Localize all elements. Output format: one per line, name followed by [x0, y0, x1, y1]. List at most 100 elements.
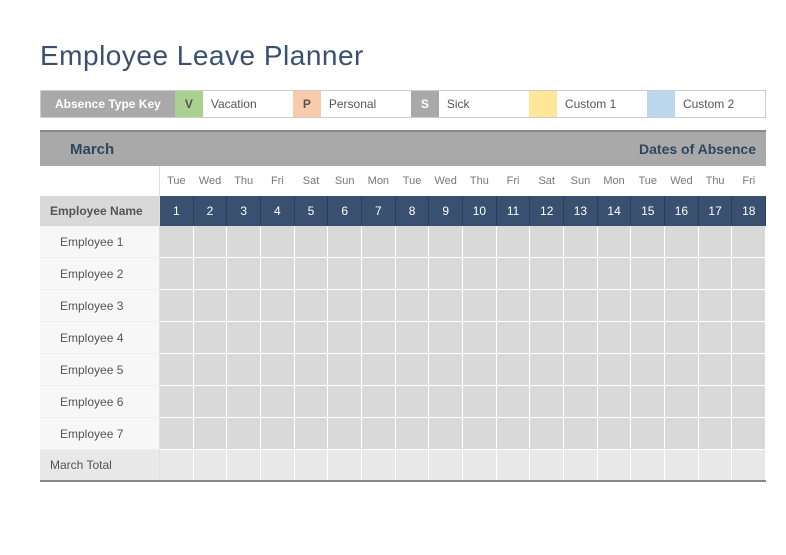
- absence-cell[interactable]: [530, 226, 564, 258]
- absence-cell[interactable]: [227, 354, 261, 386]
- absence-cell[interactable]: [194, 386, 228, 418]
- absence-cell[interactable]: [497, 418, 531, 450]
- absence-cell[interactable]: [295, 354, 329, 386]
- absence-cell[interactable]: [328, 322, 362, 354]
- absence-cell[interactable]: [328, 354, 362, 386]
- absence-cell[interactable]: [564, 226, 598, 258]
- absence-cell[interactable]: [160, 322, 194, 354]
- absence-cell[interactable]: [160, 226, 194, 258]
- absence-cell[interactable]: [328, 290, 362, 322]
- absence-cell[interactable]: [530, 258, 564, 290]
- absence-cell[interactable]: [732, 258, 766, 290]
- absence-cell[interactable]: [530, 354, 564, 386]
- absence-cell[interactable]: [463, 354, 497, 386]
- absence-cell[interactable]: [699, 386, 733, 418]
- absence-cell[interactable]: [160, 290, 194, 322]
- absence-cell[interactable]: [497, 290, 531, 322]
- absence-cell[interactable]: [160, 418, 194, 450]
- absence-cell[interactable]: [160, 354, 194, 386]
- absence-cell[interactable]: [396, 290, 430, 322]
- absence-cell[interactable]: [732, 386, 766, 418]
- absence-cell[interactable]: [497, 322, 531, 354]
- absence-cell[interactable]: [227, 258, 261, 290]
- absence-cell[interactable]: [598, 418, 632, 450]
- absence-cell[interactable]: [429, 258, 463, 290]
- absence-cell[interactable]: [631, 290, 665, 322]
- absence-cell[interactable]: [295, 418, 329, 450]
- absence-cell[interactable]: [261, 354, 295, 386]
- absence-cell[interactable]: [463, 322, 497, 354]
- absence-cell[interactable]: [396, 322, 430, 354]
- absence-cell[interactable]: [295, 386, 329, 418]
- absence-cell[interactable]: [261, 418, 295, 450]
- absence-cell[interactable]: [564, 290, 598, 322]
- absence-cell[interactable]: [497, 226, 531, 258]
- absence-cell[interactable]: [732, 290, 766, 322]
- absence-cell[interactable]: [194, 354, 228, 386]
- absence-cell[interactable]: [295, 226, 329, 258]
- absence-cell[interactable]: [261, 258, 295, 290]
- absence-cell[interactable]: [598, 354, 632, 386]
- absence-cell[interactable]: [665, 386, 699, 418]
- absence-cell[interactable]: [295, 322, 329, 354]
- employee-name-cell[interactable]: Employee 7: [40, 418, 160, 450]
- absence-cell[interactable]: [227, 418, 261, 450]
- absence-cell[interactable]: [665, 418, 699, 450]
- absence-cell[interactable]: [732, 226, 766, 258]
- absence-cell[interactable]: [362, 226, 396, 258]
- absence-cell[interactable]: [699, 290, 733, 322]
- absence-cell[interactable]: [631, 322, 665, 354]
- absence-cell[interactable]: [530, 386, 564, 418]
- absence-cell[interactable]: [732, 354, 766, 386]
- absence-cell[interactable]: [396, 386, 430, 418]
- absence-cell[interactable]: [295, 258, 329, 290]
- absence-cell[interactable]: [328, 226, 362, 258]
- absence-cell[interactable]: [463, 386, 497, 418]
- absence-cell[interactable]: [396, 226, 430, 258]
- employee-name-cell[interactable]: Employee 5: [40, 354, 160, 386]
- absence-cell[interactable]: [497, 258, 531, 290]
- absence-cell[interactable]: [261, 322, 295, 354]
- absence-cell[interactable]: [227, 322, 261, 354]
- absence-cell[interactable]: [530, 418, 564, 450]
- absence-cell[interactable]: [194, 226, 228, 258]
- absence-cell[interactable]: [463, 418, 497, 450]
- absence-cell[interactable]: [227, 226, 261, 258]
- absence-cell[interactable]: [396, 258, 430, 290]
- absence-cell[interactable]: [429, 290, 463, 322]
- absence-cell[interactable]: [362, 322, 396, 354]
- employee-name-cell[interactable]: Employee 4: [40, 322, 160, 354]
- absence-cell[interactable]: [564, 386, 598, 418]
- absence-cell[interactable]: [699, 226, 733, 258]
- absence-cell[interactable]: [631, 226, 665, 258]
- absence-cell[interactable]: [564, 418, 598, 450]
- absence-cell[interactable]: [261, 226, 295, 258]
- absence-cell[interactable]: [429, 354, 463, 386]
- absence-cell[interactable]: [160, 258, 194, 290]
- absence-cell[interactable]: [598, 322, 632, 354]
- absence-cell[interactable]: [227, 290, 261, 322]
- absence-cell[interactable]: [497, 386, 531, 418]
- absence-cell[interactable]: [362, 354, 396, 386]
- absence-cell[interactable]: [631, 258, 665, 290]
- absence-cell[interactable]: [362, 386, 396, 418]
- absence-cell[interactable]: [463, 226, 497, 258]
- absence-cell[interactable]: [328, 386, 362, 418]
- absence-cell[interactable]: [665, 354, 699, 386]
- absence-cell[interactable]: [194, 258, 228, 290]
- absence-cell[interactable]: [598, 290, 632, 322]
- employee-name-cell[interactable]: Employee 2: [40, 258, 160, 290]
- absence-cell[interactable]: [598, 226, 632, 258]
- absence-cell[interactable]: [261, 386, 295, 418]
- absence-cell[interactable]: [497, 354, 531, 386]
- absence-cell[interactable]: [732, 322, 766, 354]
- absence-cell[interactable]: [160, 386, 194, 418]
- absence-cell[interactable]: [564, 354, 598, 386]
- absence-cell[interactable]: [631, 354, 665, 386]
- absence-cell[interactable]: [463, 290, 497, 322]
- absence-cell[interactable]: [699, 322, 733, 354]
- absence-cell[interactable]: [362, 258, 396, 290]
- absence-cell[interactable]: [732, 418, 766, 450]
- absence-cell[interactable]: [295, 290, 329, 322]
- absence-cell[interactable]: [194, 322, 228, 354]
